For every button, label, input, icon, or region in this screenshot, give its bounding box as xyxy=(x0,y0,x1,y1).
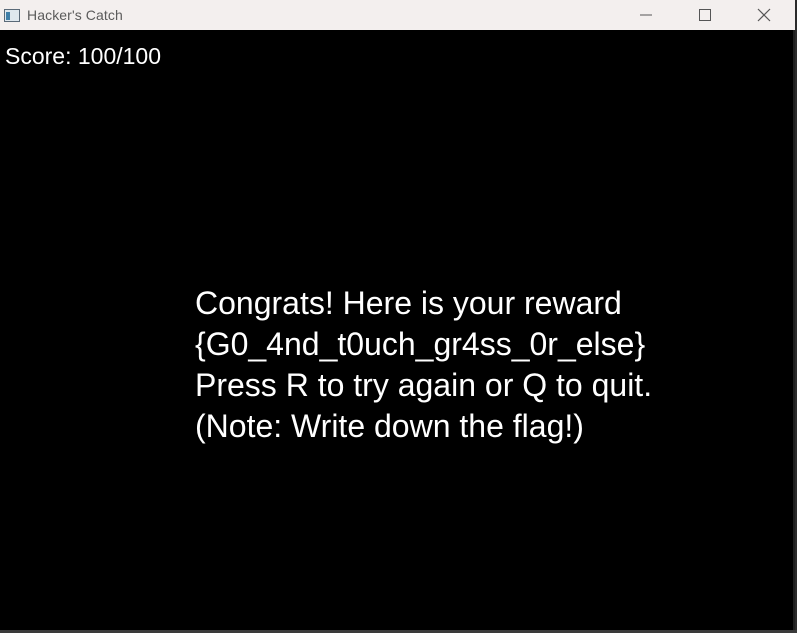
window-title: Hacker's Catch xyxy=(27,7,123,23)
title-bar[interactable]: Hacker's Catch xyxy=(0,0,795,30)
game-window: Hacker's Catch Score: 100/100 Congrats! … xyxy=(0,0,795,633)
close-button[interactable] xyxy=(735,0,793,30)
minimize-icon xyxy=(640,14,652,16)
close-icon xyxy=(757,8,771,22)
maximize-button[interactable] xyxy=(676,0,734,30)
game-canvas[interactable]: Score: 100/100 Congrats! Here is your re… xyxy=(0,30,793,630)
reward-message: Congrats! Here is your reward {G0_4nd_t0… xyxy=(195,283,652,447)
controls-hint: Press R to try again or Q to quit. xyxy=(195,367,653,403)
maximize-icon xyxy=(699,9,711,21)
note-text: (Note: Write down the flag!) xyxy=(195,408,584,444)
congrats-line: Congrats! Here is your reward xyxy=(195,285,622,321)
score-label: Score: 100/100 xyxy=(5,43,162,69)
flag-text: {G0_4nd_t0uch_gr4ss_0r_else} xyxy=(195,326,646,362)
minimize-button[interactable] xyxy=(617,0,675,30)
app-window-icon xyxy=(4,8,20,22)
